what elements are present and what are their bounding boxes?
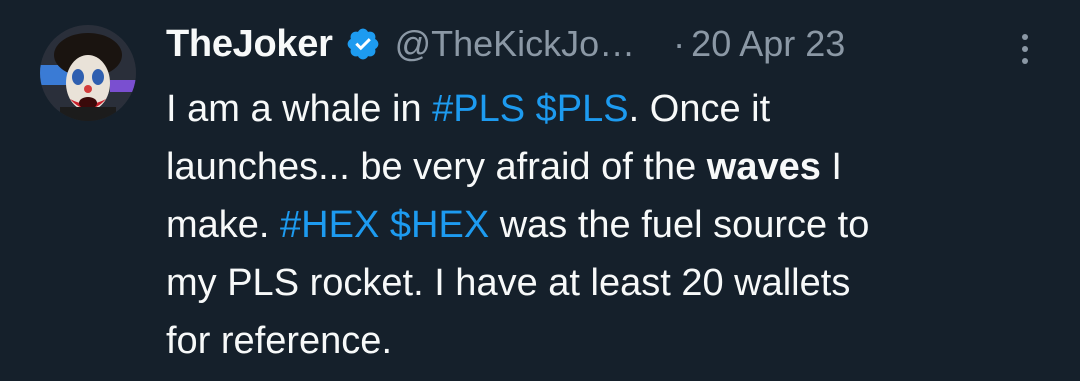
- text-segment: . Once it: [628, 88, 771, 130]
- tweet-line: make. #HEX $HEX was the fuel source to: [166, 196, 869, 254]
- text-segment: make.: [166, 204, 281, 246]
- tweet-line: my PLS rocket. I have at least 20 wallet…: [166, 262, 851, 304]
- tweet-line: launches... be very afraid of the waves …: [166, 138, 869, 196]
- avatar-image: [40, 25, 136, 121]
- text-segment: [379, 204, 390, 246]
- more-options-icon[interactable]: [1016, 30, 1034, 70]
- bold-text: waves: [706, 146, 821, 188]
- verified-badge-icon[interactable]: [345, 26, 381, 62]
- hashtag-link[interactable]: #PLS: [432, 88, 525, 130]
- tweet-card: TheJoker @TheKickJo… · 20 Apr 23 I am a …: [0, 0, 1080, 381]
- more-dot: [1022, 58, 1028, 64]
- text-segment: [525, 88, 536, 130]
- cashtag-link[interactable]: $PLS: [536, 88, 629, 130]
- tweet-line: for reference.: [166, 320, 392, 362]
- tweet-header: TheJoker @TheKickJo… · 20 Apr 23: [166, 20, 845, 68]
- text-segment: I am a whale in: [166, 88, 433, 130]
- more-dot: [1022, 34, 1028, 40]
- tweet-date[interactable]: 20 Apr 23: [691, 23, 845, 65]
- cashtag-link[interactable]: $HEX: [390, 204, 489, 246]
- hashtag-link[interactable]: #HEX: [280, 204, 379, 246]
- tweet-line: I am a whale in #PLS $PLS. Once it: [166, 80, 869, 138]
- separator-dot: ·: [673, 23, 686, 64]
- display-name[interactable]: TheJoker: [166, 23, 333, 66]
- avatar[interactable]: [40, 25, 136, 121]
- text-segment: I: [820, 146, 842, 188]
- more-dot: [1022, 46, 1028, 52]
- text-segment: was the fuel source to: [489, 204, 870, 246]
- tweet-text: I am a whale in #PLS $PLS. Once it launc…: [166, 80, 869, 370]
- text-segment: launches... be very afraid of the: [166, 146, 707, 188]
- user-handle[interactable]: @TheKickJo…: [395, 23, 636, 65]
